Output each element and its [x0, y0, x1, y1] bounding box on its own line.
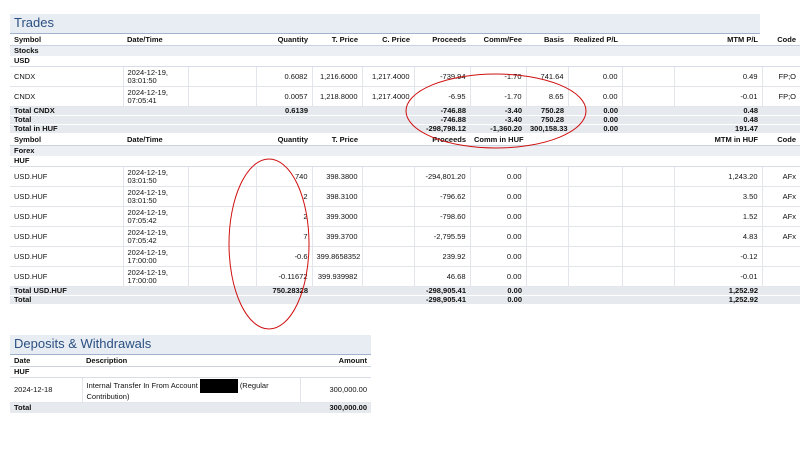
quantity-annotation-ellipse — [228, 158, 310, 330]
totals-annotation-ellipse — [405, 73, 587, 149]
annotation-layer — [228, 73, 587, 330]
